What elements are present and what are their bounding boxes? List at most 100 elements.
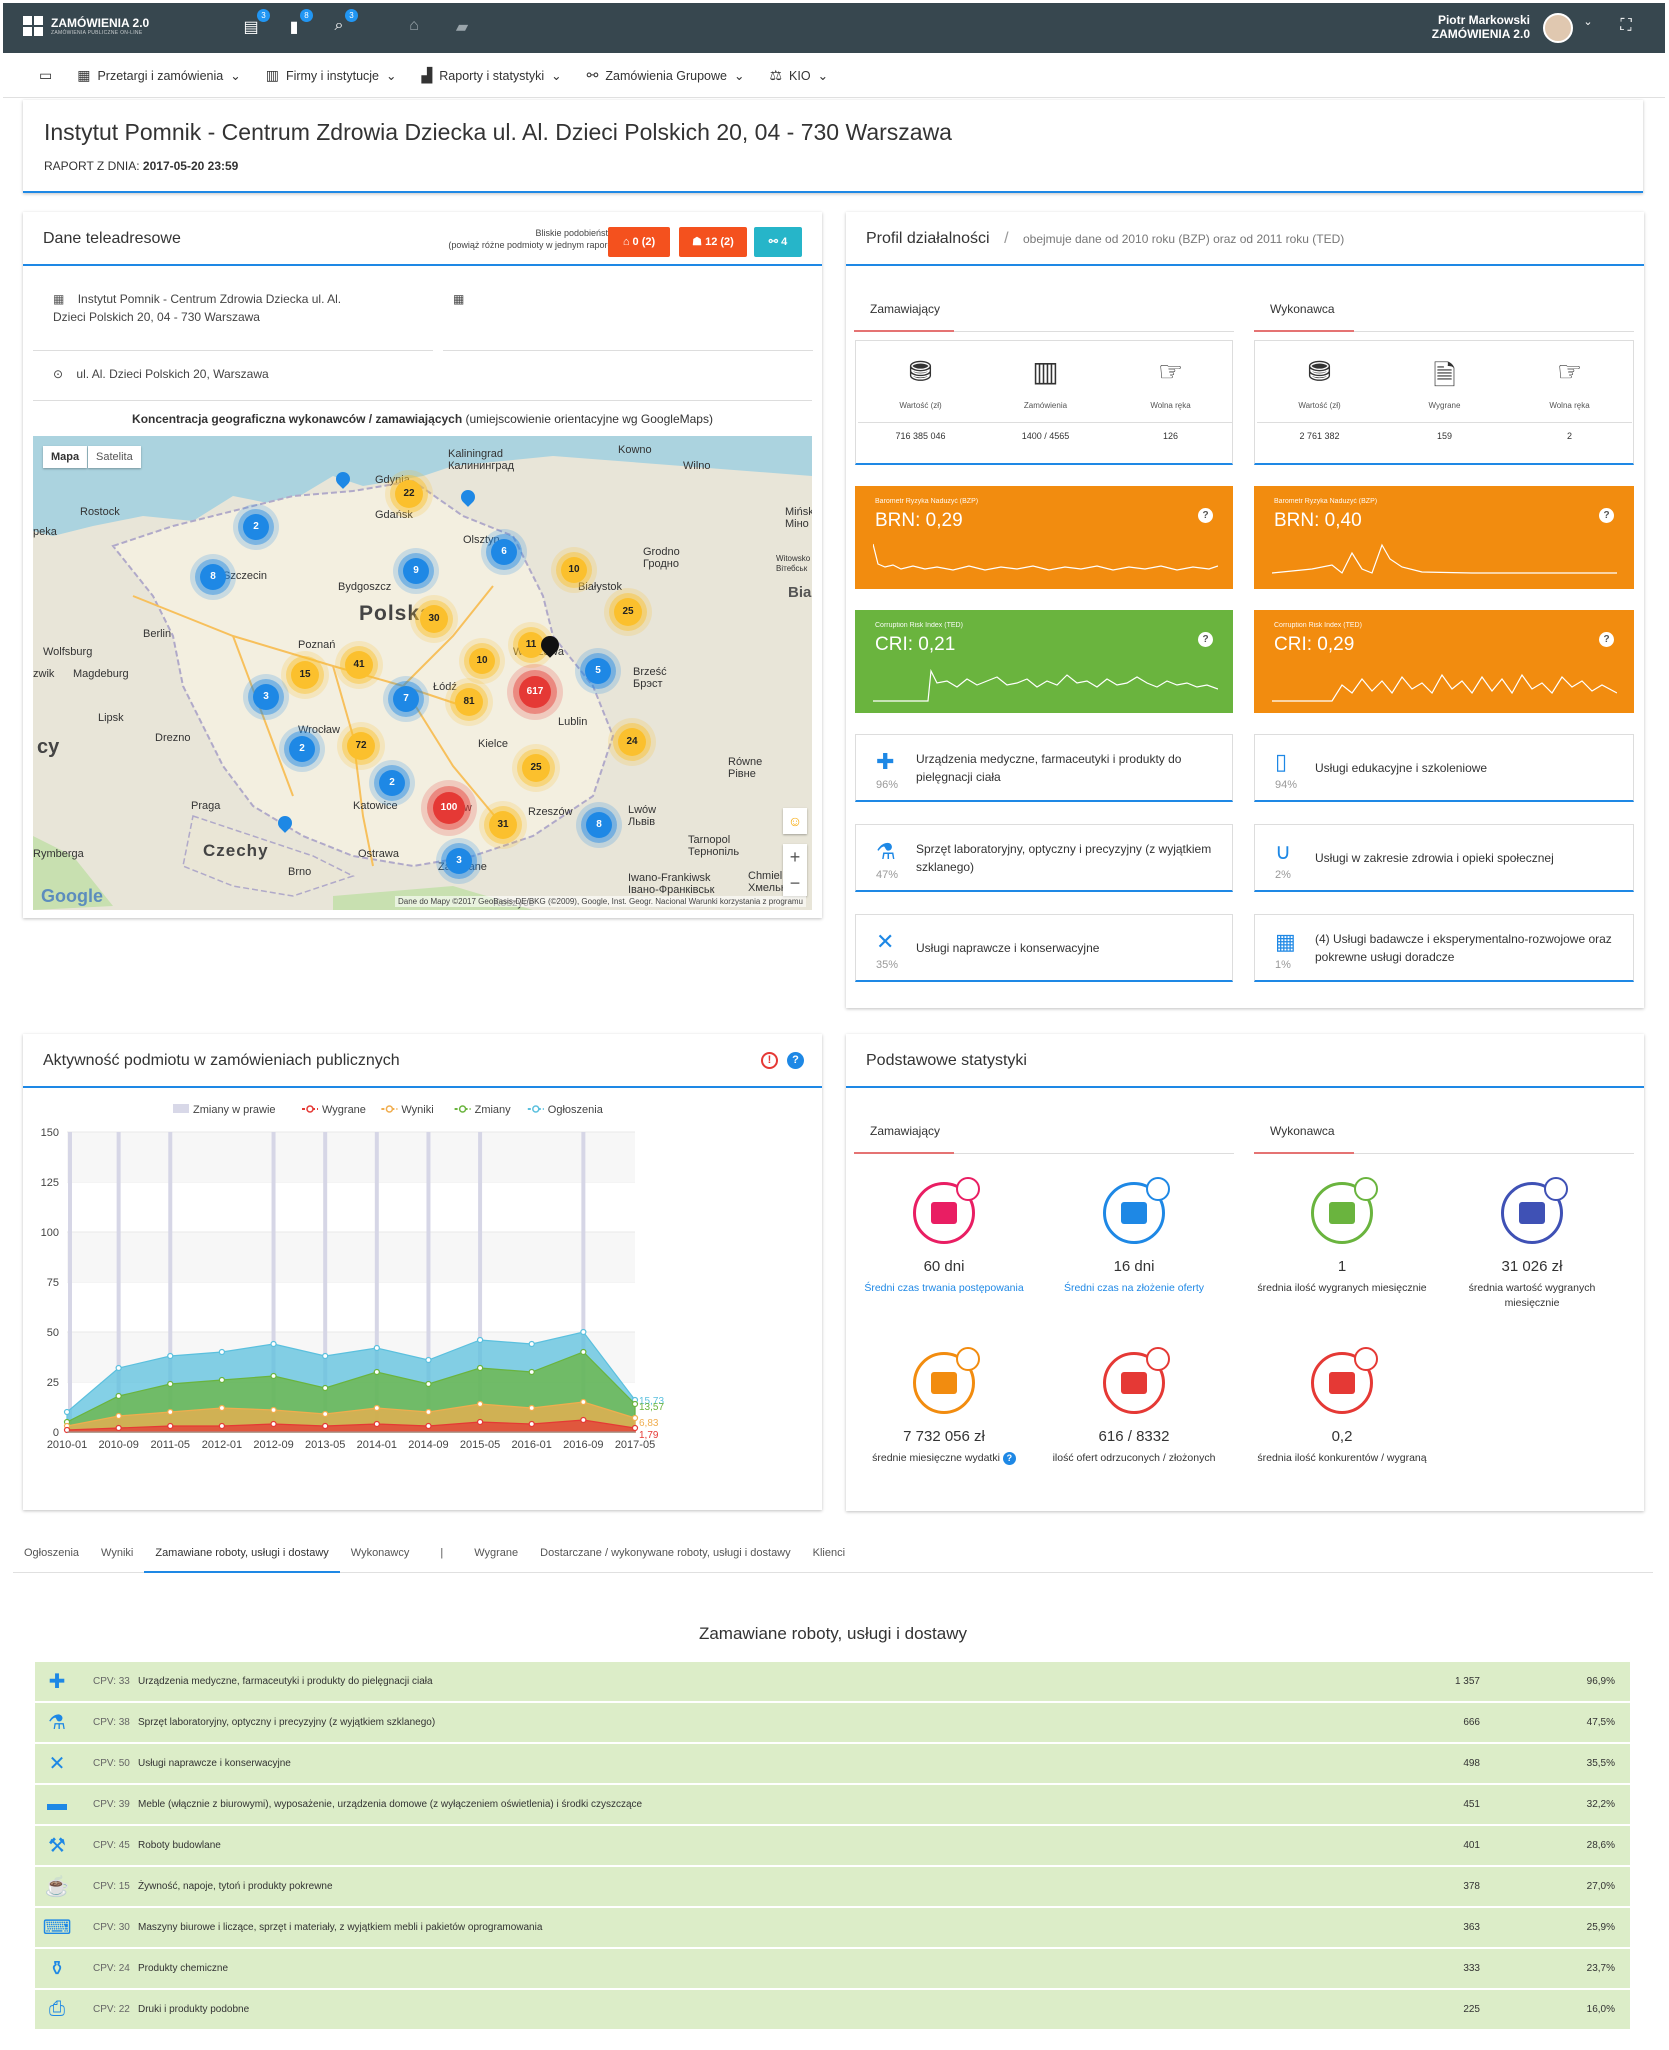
map-cluster[interactable]: 10 (469, 648, 495, 674)
similar-button-1[interactable]: ⌂ 0 (2) (608, 227, 670, 257)
map-cluster[interactable]: 3 (253, 684, 279, 710)
map-cluster[interactable]: 6 (491, 539, 517, 565)
y-tick-label: 75 (47, 1277, 59, 1289)
tab-wyniki[interactable]: Wyniki (90, 1533, 144, 1573)
zoom-control[interactable]: + − (783, 844, 807, 896)
table-row[interactable]: ✕ CPV: 50 Usługi naprawcze i konserwacyjne… (35, 1744, 1630, 1784)
legend-item: Wyniki (401, 1104, 433, 1116)
table-row[interactable]: ⌨ CPV: 30 Maszyny biurowe i liczące, sprzę… (35, 1908, 1630, 1948)
search-icon[interactable]: ⌕ 3 (328, 9, 358, 39)
map-cluster[interactable]: 15 (291, 661, 319, 689)
category-card[interactable]: ▦ 1% (4) Usługi badawcze i eksperymentalno… (1254, 914, 1634, 982)
map-cluster[interactable]: 2 (243, 514, 269, 540)
map-cluster[interactable]: 25 (614, 598, 642, 626)
tab-wygrane[interactable]: Wygrane (463, 1533, 529, 1573)
nav-item-kio[interactable]: ⚖ KIO ⌄ (769, 67, 828, 84)
table-row[interactable]: ⎙ CPV: 22 Druki i produkty podobne 225 16,0% (35, 1990, 1630, 2030)
user-info[interactable]: Piotr Markowski ZAMÓWIENIA 2.0 (1432, 13, 1530, 41)
risk-card-cri-zamawiajacy[interactable]: Corruption Risk Index (TED) CRI: 0,21? (855, 610, 1233, 713)
table-row[interactable]: ✚ CPV: 33 Urządzenia medyczne, farmaceutyk… (35, 1662, 1630, 1702)
tab-wykonawca[interactable]: Wykonawca (1254, 290, 1634, 332)
chat-icon[interactable]: ▰ (451, 17, 473, 39)
help-icon[interactable]: ? (1599, 508, 1614, 523)
keyboard-icon: ⌨ (42, 1917, 72, 1939)
desktop-icon[interactable]: ▭ (39, 67, 52, 84)
map-tab-mapa[interactable]: Mapa (43, 446, 88, 468)
risk-card-brn-zamawiajacy[interactable]: Barometr Ryzyka Nadużyć (BZP) BRN: 0,29? (855, 486, 1233, 589)
category-card[interactable]: ✕ 35% Usługi naprawcze i konserwacyjne (855, 914, 1233, 982)
table-row[interactable]: ⚒ CPV: 45 Roboty budowlane 401 28,6% (35, 1826, 1630, 1866)
tab-zamawiane[interactable]: Zamawiane roboty, usługi i dostawy (144, 1533, 340, 1573)
map-cluster[interactable]: 8 (586, 812, 612, 838)
table-row[interactable]: ⚗ CPV: 38 Sprzęt laboratoryjny, optyczny i… (35, 1703, 1630, 1743)
tab-wykonawca[interactable]: Wykonawca (1254, 1112, 1634, 1154)
map-city-label: Kaliningrad (448, 448, 504, 460)
map-cluster[interactable]: 8 (200, 564, 226, 590)
alert-icon[interactable]: ! (761, 1052, 778, 1069)
map-cluster[interactable]: 7 (393, 686, 419, 712)
google-map[interactable]: Mapa Satelita Kaliningrad Калининград Ko… (33, 436, 812, 910)
nav-item-przetargi[interactable]: ▦ Przetargi i zamówienia ⌄ (77, 67, 240, 84)
map-cluster[interactable]: 2 (379, 770, 405, 796)
category-card[interactable]: ✚ 96% Urządzenia medyczne, farmaceutyki i … (855, 734, 1233, 802)
zoom-out-icon[interactable]: − (783, 870, 807, 896)
table-row[interactable]: ⚱ CPV: 24 Produkty chemiczne 333 23,7% (35, 1949, 1630, 1989)
home-icon[interactable]: ⌂ (403, 17, 425, 39)
zoom-in-icon[interactable]: + (783, 844, 807, 870)
map-cluster[interactable]: 3 (446, 848, 472, 874)
logo[interactable]: ZAMÓWIENIA 2.0 ZAMÓWIENIA PUBLICZNE ON-L… (23, 16, 149, 36)
tab-ogloszenia[interactable]: Ogłoszenia (13, 1533, 90, 1573)
risk-card-cri-wykonawca[interactable]: Corruption Risk Index (TED) CRI: 0,29? (1254, 610, 1634, 713)
nav-item-grupowe[interactable]: ⚯ Zamówienia Grupowe ⌄ (587, 67, 745, 84)
notebook-icon[interactable]: ▮ 8 (283, 9, 313, 39)
map-cluster[interactable]: 30 (420, 605, 448, 633)
map-cluster[interactable]: 2 (289, 736, 315, 762)
tab-zamawiajacy[interactable]: Zamawiający (854, 1112, 1234, 1154)
category-card[interactable]: ∪ 2% Usługi w zakresie zdrowia i opieki sp… (1254, 824, 1634, 892)
map-city-label: Брэст (633, 678, 663, 690)
help-icon[interactable]: ? (1599, 632, 1614, 647)
tab-wykonawcy[interactable]: Wykonawcy (340, 1533, 421, 1573)
help-icon[interactable]: ? (1002, 1452, 1016, 1465)
activity-chart-panel: Aktywność podmiotu w zamówieniach public… (23, 1034, 822, 1510)
help-icon[interactable]: ? (1198, 508, 1213, 523)
category-card[interactable]: ⚗ 47% Sprzęt laboratoryjny, optyczny i pre… (855, 824, 1233, 892)
fullscreen-icon[interactable]: ⛶ (1615, 17, 1637, 39)
tab-zamawiajacy[interactable]: Zamawiający (854, 290, 1234, 332)
street-view-icon[interactable]: ☺ (783, 808, 807, 834)
map-cluster[interactable]: 81 (455, 688, 483, 716)
map-cluster[interactable]: 617 (519, 676, 551, 708)
help-icon[interactable]: ? (1198, 632, 1213, 647)
map-cluster[interactable]: 41 (345, 651, 373, 679)
law-change-bar (68, 1132, 72, 1432)
map-cluster[interactable]: 72 (347, 732, 375, 760)
activity-chart[interactable]: Zmiany w prawie Wygrane Wyniki Zmiany Ogłosz… (23, 1092, 822, 1502)
data-point (115, 1412, 122, 1420)
tab-dostarczane[interactable]: Dostarczane / wykonywane roboty, usługi … (529, 1533, 801, 1573)
map-cluster[interactable]: 100 (433, 792, 465, 824)
map-tab-satelita[interactable]: Satelita (88, 446, 141, 468)
table-row[interactable]: ☕ CPV: 15 Żywność, napoje, tytoń i produkt… (35, 1867, 1630, 1907)
map-cluster[interactable]: 25 (522, 754, 550, 782)
chevron-down-icon[interactable]: ⌄ (1577, 15, 1599, 37)
map-cluster[interactable]: 31 (489, 811, 517, 839)
table-row[interactable]: ▬ CPV: 39 Meble (włącznie z biurowymi), wy… (35, 1785, 1630, 1825)
similar-button-2[interactable]: ☗ 12 (2) (679, 227, 747, 257)
category-card[interactable]: ▯ 94% Usługi edukacyjne i szkoleniowe (1254, 734, 1634, 802)
risk-card-brn-wykonawca[interactable]: Barometr Ryzyka Nadużyć (BZP) BRN: 0,40? (1254, 486, 1634, 589)
map-cluster[interactable]: 24 (618, 728, 646, 756)
data-point (631, 1414, 639, 1422)
nav-item-firmy[interactable]: ▥ Firmy i instytucje ⌄ (266, 67, 397, 84)
avatar[interactable] (1543, 13, 1573, 43)
map-cluster[interactable]: 22 (395, 480, 423, 508)
help-icon[interactable]: ? (787, 1052, 804, 1069)
map-cluster[interactable]: 5 (585, 658, 611, 684)
section-title: Zamawiane roboty, usługi i dostawy (698, 1624, 968, 1643)
nav-item-raporty[interactable]: ▟ Raporty i statystyki ⌄ (422, 67, 562, 84)
similar-button-3[interactable]: ⚯ 4 (754, 227, 802, 257)
map-cluster[interactable]: 10 (561, 557, 587, 583)
map-cluster[interactable]: 9 (403, 558, 429, 584)
tab-klienci[interactable]: Klienci (802, 1533, 856, 1573)
documents-icon[interactable]: ▤ 3 (240, 9, 270, 39)
map-city-label: Białystok (578, 581, 623, 593)
